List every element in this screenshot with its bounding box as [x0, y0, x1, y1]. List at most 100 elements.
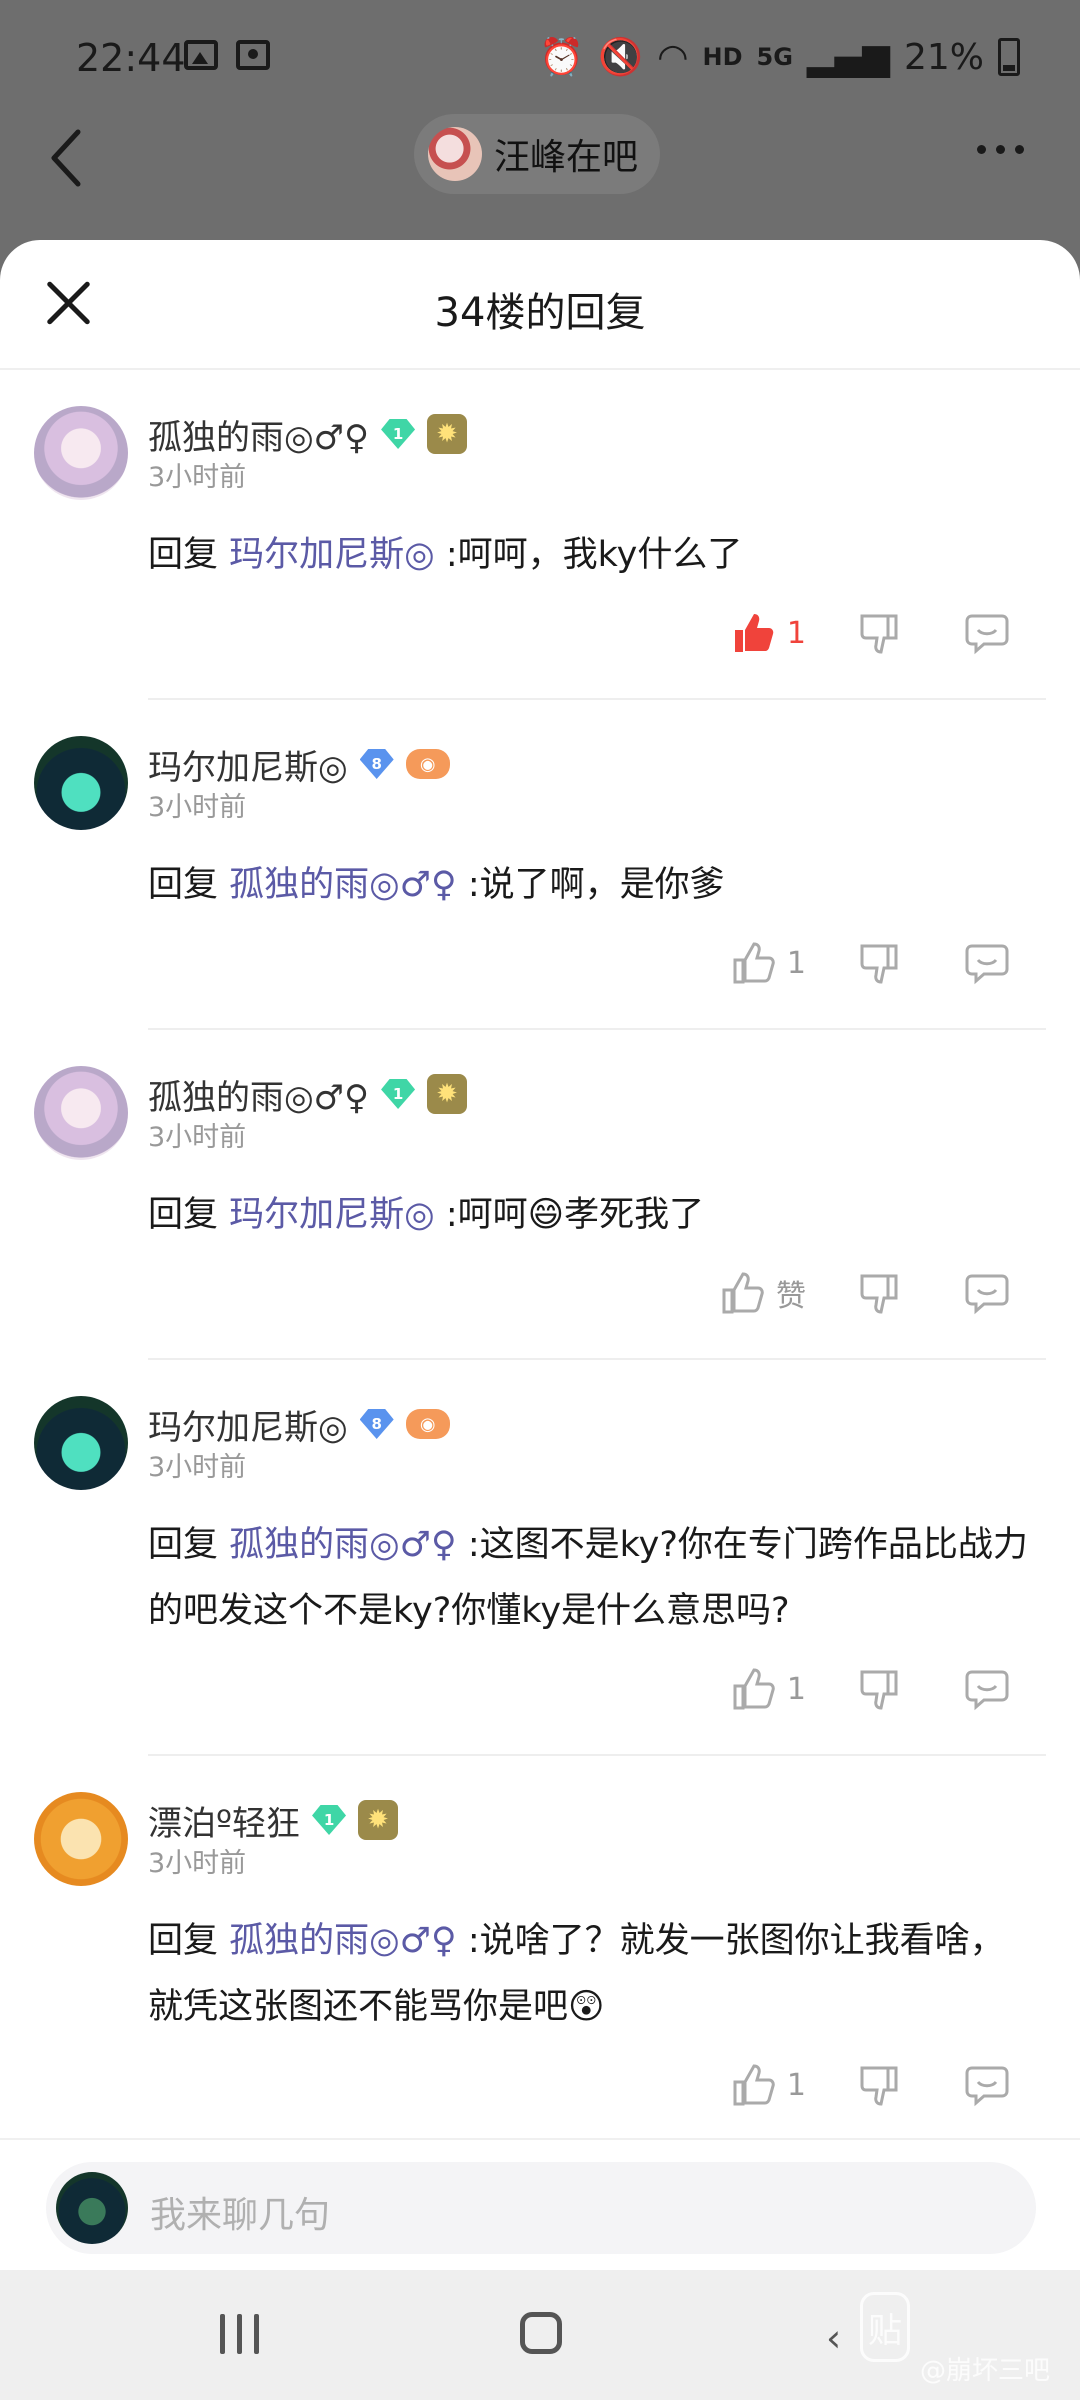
dislike-button[interactable] — [856, 2062, 902, 2108]
wifi-icon: ◠ — [657, 36, 689, 78]
avatar[interactable] — [34, 406, 128, 500]
level-badge: 1 — [381, 419, 416, 449]
reply-input-placeholder: 我来聊几句 — [150, 2195, 331, 2236]
tieba-watermark-logo: 贴 — [860, 2292, 910, 2362]
network-gen: 5G — [756, 43, 793, 71]
like-count: 1 — [786, 2067, 806, 2103]
mention-link[interactable]: 孤独的雨◎♂♀ — [229, 1525, 457, 1565]
forum-avatar — [428, 127, 482, 181]
like-button[interactable]: 1 — [731, 610, 806, 656]
mention-link[interactable]: 玛尔加尼斯◎ — [229, 535, 435, 575]
medal-icon: ✹ — [358, 1800, 399, 1840]
recent-apps-button[interactable] — [220, 2314, 259, 2354]
like-button[interactable]: 1 — [731, 2062, 806, 2108]
signal-icon: ▂▄▆ — [806, 36, 890, 78]
sheet-header: 34楼的回复 — [0, 240, 1080, 370]
username[interactable]: 孤独的雨◎♂♀ — [148, 410, 369, 459]
dislike-button[interactable] — [856, 1270, 902, 1316]
avatar[interactable] — [34, 1396, 128, 1490]
reply-bubble-icon — [965, 1274, 1009, 1315]
status-right: ⏰ 🔇 ◠ HD 5G ▂▄▆ 21% — [539, 36, 1020, 78]
mention-link[interactable]: 孤独的雨◎♂♀ — [229, 865, 457, 905]
timestamp: 3小时前 — [148, 1848, 247, 1879]
status-bar: 22:44 ⏰ 🔇 ◠ HD 5G ▂▄▆ 21% — [0, 0, 1080, 120]
reply-button[interactable] — [964, 1270, 1010, 1316]
like-button[interactable]: 赞 — [720, 1270, 806, 1316]
medal-icon: ✹ — [427, 1074, 468, 1114]
timestamp: 3小时前 — [148, 792, 247, 823]
mention-link[interactable]: 孤独的雨◎♂♀ — [229, 1921, 457, 1961]
timestamp: 3小时前 — [148, 1122, 247, 1153]
reply-button[interactable] — [964, 610, 1010, 656]
dislike-button[interactable] — [856, 940, 902, 986]
comment-actions: 1 — [148, 588, 1034, 698]
like-button[interactable]: 1 — [731, 940, 806, 986]
thumbs-up-icon — [722, 1272, 764, 1314]
reply-button[interactable] — [964, 940, 1010, 986]
reply-input[interactable]: 我来聊几句 — [46, 2162, 1036, 2254]
sheet-title: 34楼的回复 — [434, 290, 646, 336]
dislike-button[interactable] — [856, 1666, 902, 1712]
thumbs-down-icon — [860, 1274, 898, 1314]
thumbs-up-filled-icon — [734, 614, 774, 652]
comment-text: 回复 孤独的雨◎♂♀ :说啥了？就发一张图你让我看啥，就凭这张图还不能骂你是吧😲 — [148, 1921, 1005, 2027]
comment-item: 孤独的雨◎♂♀ 1 ✹ 3小时前 回复 玛尔加尼斯◎ :呵呵😄孝死我了 赞 — [0, 1030, 1080, 1358]
comment-text: 回复 孤独的雨◎♂♀ :说了啊，是你爹 — [148, 865, 725, 905]
battery-icon — [998, 38, 1020, 76]
system-navigation-bar: ‹ 贴 @崩坏三吧 — [0, 2270, 1080, 2400]
comment-item: 玛尔加尼斯◎ 8 ◉ 3小时前 回复 孤独的雨◎♂♀ :说了啊，是你爹 1 — [0, 700, 1080, 1028]
avatar[interactable] — [34, 736, 128, 830]
back-arrow-icon[interactable] — [46, 128, 86, 188]
battery-level: 21% — [903, 36, 984, 78]
reply-bubble-icon — [965, 1670, 1009, 1711]
timestamp: 3小时前 — [148, 1452, 247, 1483]
status-time: 22:44 — [76, 36, 186, 80]
forum-name: 汪峰在吧 — [494, 137, 639, 178]
comment-text: 回复 孤独的雨◎♂♀ :这图不是ky?你在专门跨作品比战力的吧发这个不是ky?你… — [148, 1525, 1028, 1631]
level-badge: 8 — [359, 749, 394, 779]
avatar[interactable] — [34, 1792, 128, 1886]
username[interactable]: 孤独的雨◎♂♀ — [148, 1070, 369, 1119]
watermark-text: @崩坏三吧 — [920, 2356, 1051, 2386]
forum-pill[interactable]: 汪峰在吧 — [414, 114, 661, 194]
more-options-icon[interactable] — [977, 145, 1024, 154]
reply-bubble-icon — [965, 2066, 1009, 2107]
comment-actions: 1 — [148, 1644, 1034, 1754]
username[interactable]: 漂泊º轻狂 — [148, 1796, 300, 1845]
thumbs-up-icon — [733, 1668, 775, 1710]
gamepad-icon: ◉ — [405, 1409, 450, 1439]
like-button[interactable]: 1 — [731, 1666, 806, 1712]
reply-bubble-icon — [965, 614, 1009, 655]
notification-icons — [184, 40, 270, 70]
system-back-button[interactable]: ‹ — [826, 2316, 841, 2360]
comment-item: 孤独的雨◎♂♀ 1 ✹ 3小时前 回复 玛尔加尼斯◎ :呵呵，我ky什么了 1 — [0, 370, 1080, 698]
avatar[interactable] — [34, 1066, 128, 1160]
reply-sheet: 34楼的回复 孤独的雨◎♂♀ 1 ✹ 3小时前 回复 玛尔加尼斯◎ :呵呵，我k… — [0, 240, 1080, 2270]
comment-text: 回复 玛尔加尼斯◎ :呵呵😄孝死我了 — [148, 1195, 705, 1235]
dislike-button[interactable] — [856, 610, 902, 656]
comment-actions: 1 — [148, 918, 1034, 1028]
alarm-icon: ⏰ — [539, 37, 585, 78]
home-button[interactable] — [520, 2312, 562, 2354]
like-count: 1 — [786, 615, 806, 651]
image-notification-icon — [184, 40, 218, 70]
username[interactable]: 玛尔加尼斯◎ — [148, 1400, 348, 1449]
my-avatar — [56, 2172, 128, 2244]
level-badge: 8 — [359, 1409, 394, 1439]
mention-link[interactable]: 玛尔加尼斯◎ — [229, 1195, 435, 1235]
username[interactable]: 玛尔加尼斯◎ — [148, 740, 348, 789]
like-label: 赞 — [776, 1279, 806, 1314]
gamepad-icon: ◉ — [405, 749, 450, 779]
reply-button[interactable] — [964, 1666, 1010, 1712]
network-type: HD — [702, 43, 743, 71]
comment-list: 孤独的雨◎♂♀ 1 ✹ 3小时前 回复 玛尔加尼斯◎ :呵呵，我ky什么了 1 — [0, 370, 1080, 2150]
recording-notification-icon — [236, 40, 270, 70]
reply-button[interactable] — [964, 2062, 1010, 2108]
reply-bubble-icon — [965, 944, 1009, 985]
timestamp: 3小时前 — [148, 462, 247, 493]
level-badge: 1 — [381, 1079, 416, 1109]
mute-icon: 🔇 — [598, 37, 644, 78]
thumbs-down-icon — [860, 2066, 898, 2106]
thumbs-up-icon — [733, 2064, 775, 2106]
comment-text: 回复 玛尔加尼斯◎ :呵呵，我ky什么了 — [148, 535, 743, 575]
